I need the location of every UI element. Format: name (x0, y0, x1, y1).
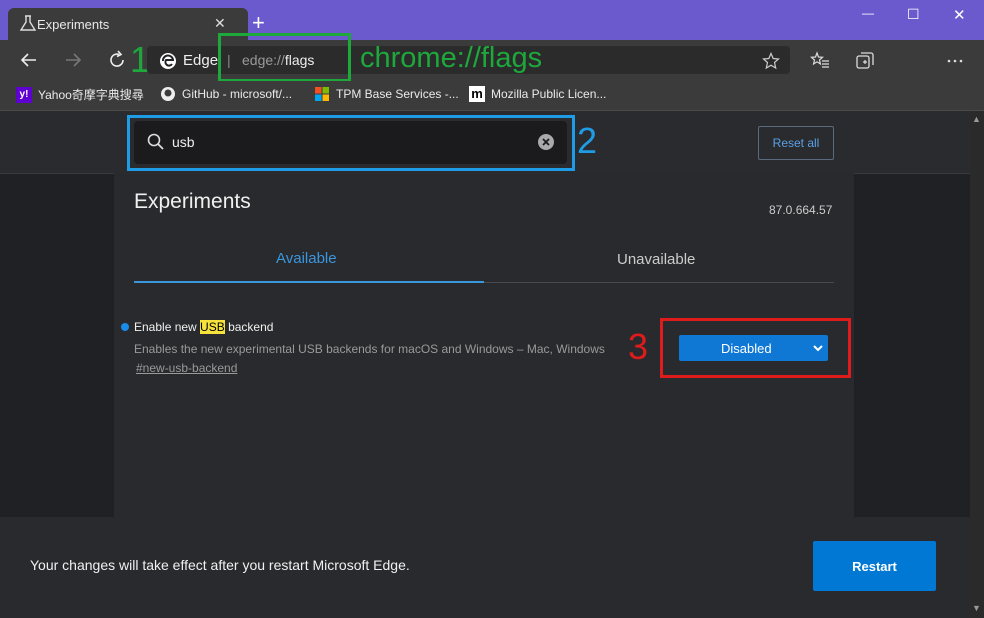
restart-button[interactable]: Restart (813, 541, 936, 591)
step-3-label: 3 (628, 326, 649, 367)
tab-unavailable[interactable]: Unavailable (617, 251, 695, 268)
bookmark-mozilla[interactable]: m Mozilla Public Licen... (469, 86, 606, 102)
active-tab-indicator (134, 281, 484, 283)
search-match-highlight: USB (200, 320, 225, 334)
chrome-flags-annotation: chrome://flags (360, 42, 543, 74)
flag-description: Enables the new experimental USB backend… (134, 342, 605, 356)
tab-close-icon[interactable]: ✕ (214, 15, 226, 32)
github-icon (161, 87, 175, 101)
bookmark-label: Mozilla Public Licen... (491, 87, 607, 101)
flask-icon (19, 15, 37, 31)
flag-name: Enable new USB backend (134, 320, 273, 334)
favorites-list-icon[interactable] (810, 51, 830, 71)
collections-icon[interactable] (855, 51, 875, 71)
mozilla-icon: m (469, 86, 485, 102)
back-arrow-icon[interactable] (19, 50, 39, 70)
page-title: Experiments (134, 190, 251, 213)
favorite-star-icon[interactable] (762, 52, 780, 70)
site-identity: Edge (183, 52, 219, 69)
step-2-highlight-box (127, 115, 575, 171)
step-1-highlight-box (218, 33, 351, 82)
restart-message: Your changes will take effect after you … (30, 557, 410, 573)
bookmark-label: TPM Base Services -... (336, 87, 459, 101)
bookmark-label: GitHub - microsoft/... (182, 87, 293, 101)
close-window-button[interactable]: ✕ (953, 6, 966, 24)
bookmark-github[interactable]: GitHub - microsoft/... (160, 86, 292, 102)
flag-name-after: backend (224, 320, 274, 334)
more-menu-icon[interactable] (945, 51, 965, 71)
flag-link[interactable]: #new-usb-backend (136, 361, 237, 375)
bookmark-tpm[interactable]: TPM Base Services -... (314, 86, 459, 102)
maximize-button[interactable]: ☐ (907, 6, 920, 23)
scroll-up-icon[interactable]: ▲ (972, 114, 981, 124)
tab-title: Experiments (37, 17, 110, 32)
bookmark-label: Yahoo奇摩字典搜尋 (38, 88, 144, 102)
flag-name-before: Enable new (134, 320, 201, 334)
reset-all-button[interactable]: Reset all (758, 126, 834, 160)
new-tab-button[interactable]: + (252, 12, 265, 34)
step-2-label: 2 (577, 120, 598, 161)
step-3-highlight-box (660, 318, 851, 378)
bookmark-yahoo[interactable]: y! Yahoo奇摩字典搜尋 (16, 86, 144, 103)
tab-available[interactable]: Available (276, 250, 337, 267)
version-label: 87.0.664.57 (769, 203, 833, 217)
windows-icon (315, 87, 329, 101)
edge-logo-icon (160, 53, 176, 69)
flag-modified-dot (121, 323, 129, 331)
refresh-icon[interactable] (107, 50, 127, 70)
minimize-button[interactable]: — (862, 6, 874, 20)
scrollbar[interactable] (970, 111, 984, 618)
yahoo-icon: y! (16, 86, 32, 103)
scroll-down-icon[interactable]: ▼ (972, 603, 981, 613)
forward-arrow-icon[interactable] (63, 50, 83, 70)
